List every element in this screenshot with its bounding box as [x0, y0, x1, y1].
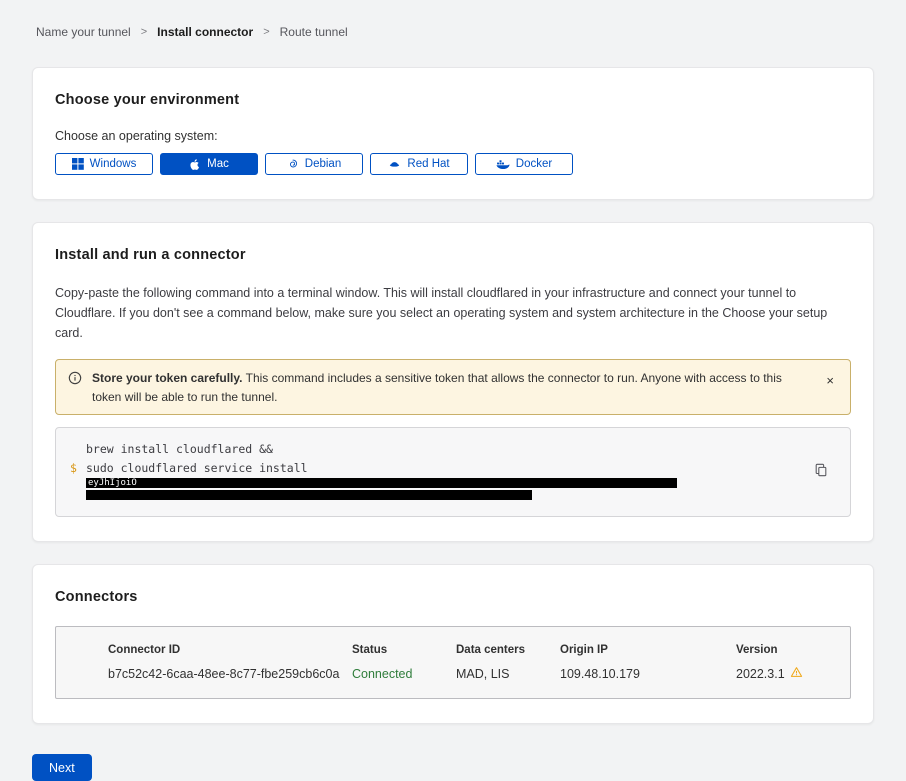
- os-select-label: Choose an operating system:: [55, 129, 851, 143]
- environment-card-title: Choose your environment: [55, 92, 851, 108]
- token-warning-bold: Store your token carefully.: [92, 371, 243, 385]
- warning-triangle-icon: [790, 666, 803, 681]
- redaction-bar: eyJhIjoiO: [86, 478, 677, 488]
- next-button[interactable]: Next: [32, 754, 92, 781]
- os-button-label: Docker: [516, 158, 552, 170]
- os-button-label: Red Hat: [407, 158, 449, 170]
- install-command-codeblock: $ brew install cloudflared && sudo cloud…: [55, 427, 851, 517]
- token-warning-banner: Store your token carefully. This command…: [55, 359, 851, 415]
- debian-icon: [287, 158, 299, 170]
- install-description: Copy-paste the following command into a …: [55, 283, 851, 343]
- status-badge: Connected: [352, 667, 456, 681]
- version-value: 2022.3.1: [736, 666, 840, 681]
- info-icon: [68, 371, 82, 390]
- install-command-text: brew install cloudflared && sudo cloudfl…: [86, 440, 836, 502]
- windows-icon: [72, 158, 84, 170]
- command-line-2: sudo cloudflared service install: [86, 459, 836, 478]
- col-header-data-centers: Data centers: [456, 644, 560, 656]
- redacted-token-line-1: eyJhIjoiO: [86, 478, 836, 490]
- step-name-your-tunnel[interactable]: Name your tunnel: [36, 25, 131, 39]
- choose-environment-card: Choose your environment Choose an operat…: [32, 67, 874, 200]
- col-header-origin-ip: Origin IP: [560, 644, 736, 656]
- os-button-label: Mac: [207, 158, 229, 170]
- redaction-bar: [86, 490, 532, 500]
- command-line-1: brew install cloudflared &&: [86, 440, 836, 459]
- connector-id-value: b7c52c42-6caa-48ee-8c77-fbe259cb6c0a: [108, 667, 352, 681]
- tunnel-setup-page: Name your tunnel > Install connector > R…: [0, 0, 906, 781]
- os-button-group: Windows Mac Debian Red Hat: [55, 153, 851, 175]
- connectors-card-title: Connectors: [55, 589, 851, 605]
- shell-prompt: $: [70, 440, 86, 502]
- redacted-token-line-2: [86, 490, 836, 502]
- os-button-mac[interactable]: Mac: [160, 153, 258, 175]
- col-header-connector-id: Connector ID: [108, 644, 352, 656]
- origin-ip-value: 109.48.10.179: [560, 667, 736, 681]
- os-button-label: Windows: [90, 158, 137, 170]
- connectors-card: Connectors Connector ID Status Data cent…: [32, 564, 874, 724]
- col-header-status: Status: [352, 644, 456, 656]
- version-number: 2022.3.1: [736, 667, 785, 681]
- os-button-label: Debian: [305, 158, 341, 170]
- breadcrumb-separator: >: [263, 26, 269, 38]
- step-install-connector[interactable]: Install connector: [157, 25, 253, 39]
- os-button-debian[interactable]: Debian: [265, 153, 363, 175]
- os-button-docker[interactable]: Docker: [475, 153, 573, 175]
- install-connector-card: Install and run a connector Copy-paste t…: [32, 222, 874, 542]
- install-card-title: Install and run a connector: [55, 247, 851, 263]
- redhat-icon: [388, 158, 401, 170]
- docker-icon: [496, 159, 510, 170]
- connectors-table-header: Connector ID Status Data centers Origin …: [108, 644, 840, 656]
- col-header-version: Version: [736, 644, 840, 656]
- os-button-redhat[interactable]: Red Hat: [370, 153, 468, 175]
- apple-icon: [189, 158, 201, 171]
- token-warning-text: Store your token carefully. This command…: [92, 369, 812, 406]
- table-row: b7c52c42-6caa-48ee-8c77-fbe259cb6c0a Con…: [108, 666, 840, 681]
- copy-icon[interactable]: [812, 461, 830, 482]
- token-prefix: eyJhIjoiO: [86, 478, 677, 488]
- os-button-windows[interactable]: Windows: [55, 153, 153, 175]
- data-centers-value: MAD, LIS: [456, 667, 560, 681]
- breadcrumb-separator: >: [141, 26, 147, 38]
- breadcrumb: Name your tunnel > Install connector > R…: [32, 24, 874, 39]
- step-route-tunnel[interactable]: Route tunnel: [280, 25, 348, 39]
- close-icon[interactable]: ×: [822, 372, 838, 389]
- connectors-table: Connector ID Status Data centers Origin …: [55, 626, 851, 699]
